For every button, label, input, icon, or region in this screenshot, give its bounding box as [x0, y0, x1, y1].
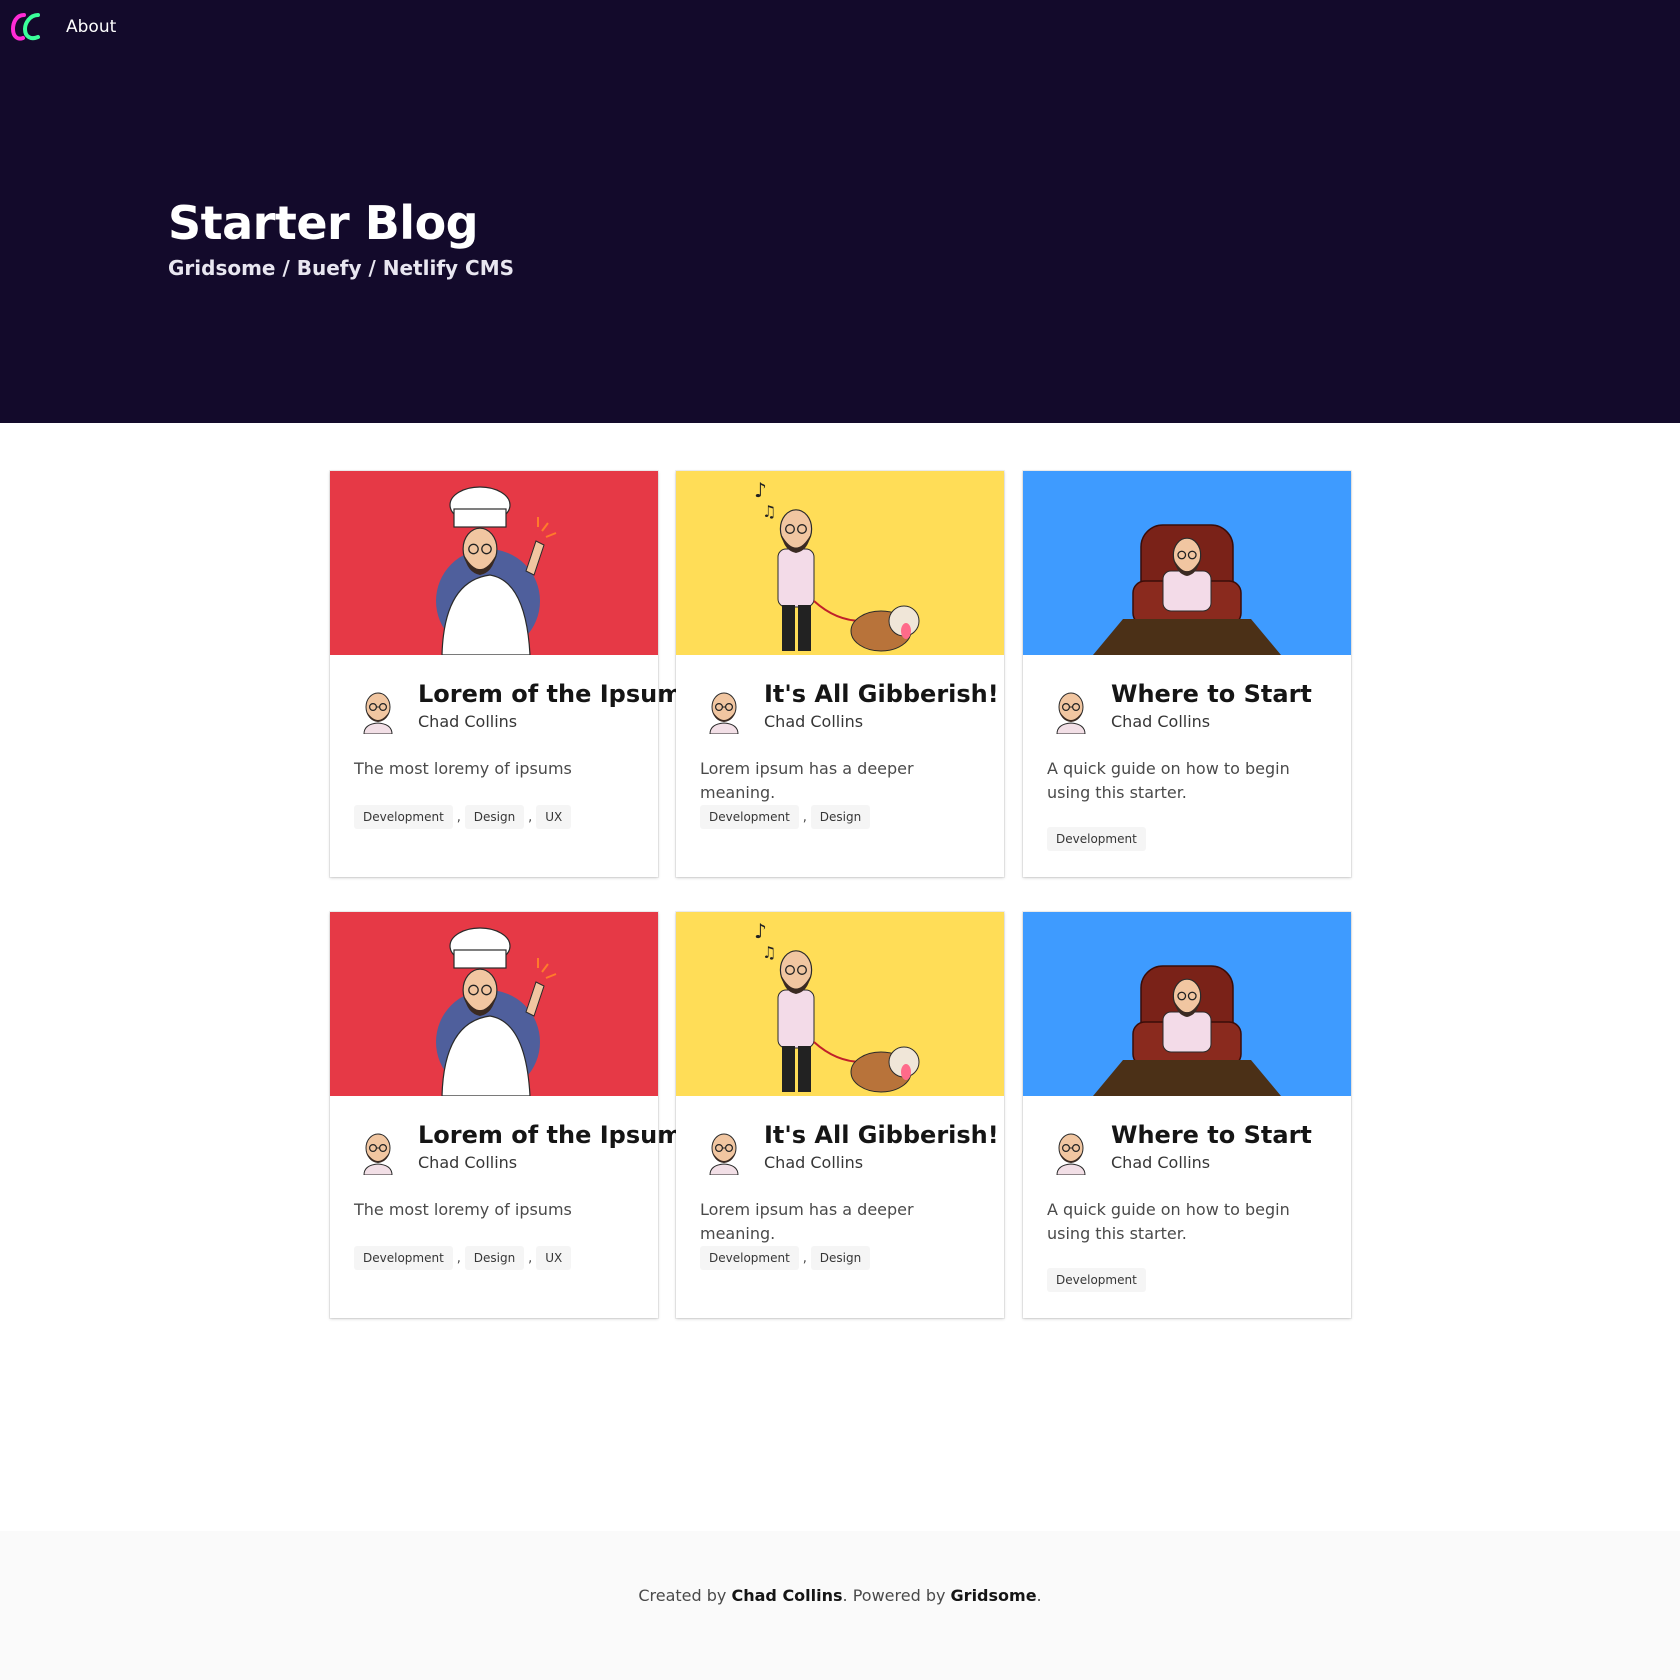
- tag-ux[interactable]: UX: [536, 805, 572, 829]
- footer-gridsome-link[interactable]: Gridsome: [951, 1586, 1037, 1605]
- post-description: The most loremy of ipsums: [354, 759, 572, 778]
- page-title: Starter Blog: [168, 196, 479, 250]
- svg-text:♪: ♪: [754, 478, 767, 502]
- tag-design[interactable]: Design: [810, 1246, 871, 1270]
- post-description: The most loremy of ipsums: [354, 1200, 572, 1219]
- tag-separator: ,: [456, 809, 461, 825]
- post-author: Chad Collins: [764, 712, 864, 731]
- post-description: A quick guide on how to begin using this…: [1047, 759, 1290, 802]
- tag-separator: ,: [802, 809, 807, 825]
- tag-design[interactable]: Design: [464, 805, 525, 829]
- post-tags: Development: [1047, 827, 1146, 851]
- navbar: About: [0, 0, 1680, 55]
- tag-separator: ,: [528, 809, 533, 825]
- post-card[interactable]: Where to Start Chad Collins A quick guide …: [1023, 912, 1351, 1318]
- post-author: Chad Collins: [1111, 1153, 1211, 1172]
- post-author: Chad Collins: [418, 712, 518, 731]
- footer-text: Created by Chad Collins. Powered by Grid…: [0, 1586, 1680, 1605]
- post-card[interactable]: ♪ ♫ It's All Gibberish! Chad Collins Lorem i…: [676, 912, 1004, 1318]
- hero-section: About Starter Blog Gridsome / Buefy / Ne…: [0, 0, 1680, 423]
- post-author: Chad Collins: [764, 1153, 864, 1172]
- post-description: A quick guide on how to begin using this…: [1047, 1200, 1290, 1243]
- svg-text:♫: ♫: [762, 943, 776, 962]
- post-description: Lorem ipsum has a deeper meaning.: [700, 1200, 914, 1243]
- author-avatar: [1053, 690, 1089, 735]
- armchair-illustration[interactable]: [1023, 471, 1351, 655]
- chef-illustration[interactable]: [330, 912, 658, 1096]
- post-author: Chad Collins: [1111, 712, 1211, 731]
- tag-design[interactable]: Design: [464, 1246, 525, 1270]
- tag-ux[interactable]: UX: [536, 1246, 572, 1270]
- svg-text:♫: ♫: [762, 502, 776, 521]
- post-card[interactable]: Where to Start Chad Collins A quick guide …: [1023, 471, 1351, 877]
- tag-separator: ,: [802, 1250, 807, 1266]
- post-tags: Development, Design: [700, 805, 871, 829]
- page-subtitle: Gridsome / Buefy / Netlify CMS: [168, 256, 515, 280]
- tag-development[interactable]: Development: [1047, 827, 1146, 851]
- post-title[interactable]: Lorem of the Ipsum: [418, 680, 682, 708]
- footer-middle: . Powered by: [842, 1586, 951, 1605]
- chef-illustration[interactable]: [330, 471, 658, 655]
- post-card[interactable]: Lorem of the Ipsum Chad Collins The most l…: [330, 912, 682, 1318]
- tag-development[interactable]: Development: [354, 805, 453, 829]
- post-author: Chad Collins: [418, 1153, 518, 1172]
- author-avatar: [706, 690, 742, 735]
- author-avatar: [706, 1131, 742, 1176]
- tag-separator: ,: [528, 1250, 533, 1266]
- dog-walk-illustration[interactable]: ♪ ♫: [676, 912, 1004, 1096]
- post-title[interactable]: Lorem of the Ipsum: [418, 1121, 682, 1149]
- armchair-illustration[interactable]: [1023, 912, 1351, 1096]
- post-tags: Development, Design, UX: [354, 805, 572, 829]
- tag-development[interactable]: Development: [1047, 1268, 1146, 1292]
- tag-development[interactable]: Development: [700, 1246, 799, 1270]
- post-description: Lorem ipsum has a deeper meaning.: [700, 759, 914, 802]
- post-card[interactable]: Lorem of the Ipsum Chad Collins The most l…: [330, 471, 682, 877]
- cc-logo-icon[interactable]: [10, 9, 44, 45]
- footer-prefix: Created by: [638, 1586, 732, 1605]
- tag-development[interactable]: Development: [700, 805, 799, 829]
- footer-author-link[interactable]: Chad Collins: [731, 1586, 842, 1605]
- dog-walk-illustration[interactable]: ♪ ♫: [676, 471, 1004, 655]
- tag-separator: ,: [456, 1250, 461, 1266]
- post-title[interactable]: Where to Start: [1111, 680, 1312, 708]
- svg-text:♪: ♪: [754, 919, 767, 943]
- post-tags: Development, Design, UX: [354, 1246, 572, 1270]
- post-title[interactable]: Where to Start: [1111, 1121, 1312, 1149]
- nav-about-link[interactable]: About: [66, 17, 116, 37]
- author-avatar: [360, 690, 396, 735]
- author-avatar: [1053, 1131, 1089, 1176]
- post-card[interactable]: ♪ ♫ It's All Gibberish! Chad Collins Lorem i…: [676, 471, 1004, 877]
- footer-suffix: .: [1036, 1586, 1042, 1605]
- post-tags: Development: [1047, 1268, 1146, 1292]
- post-tags: Development, Design: [700, 1246, 871, 1270]
- tag-development[interactable]: Development: [354, 1246, 453, 1270]
- footer: Created by Chad Collins. Powered by Grid…: [0, 1531, 1680, 1680]
- post-title[interactable]: It's All Gibberish!: [764, 1121, 999, 1149]
- author-avatar: [360, 1131, 396, 1176]
- tag-design[interactable]: Design: [810, 805, 871, 829]
- post-title[interactable]: It's All Gibberish!: [764, 680, 999, 708]
